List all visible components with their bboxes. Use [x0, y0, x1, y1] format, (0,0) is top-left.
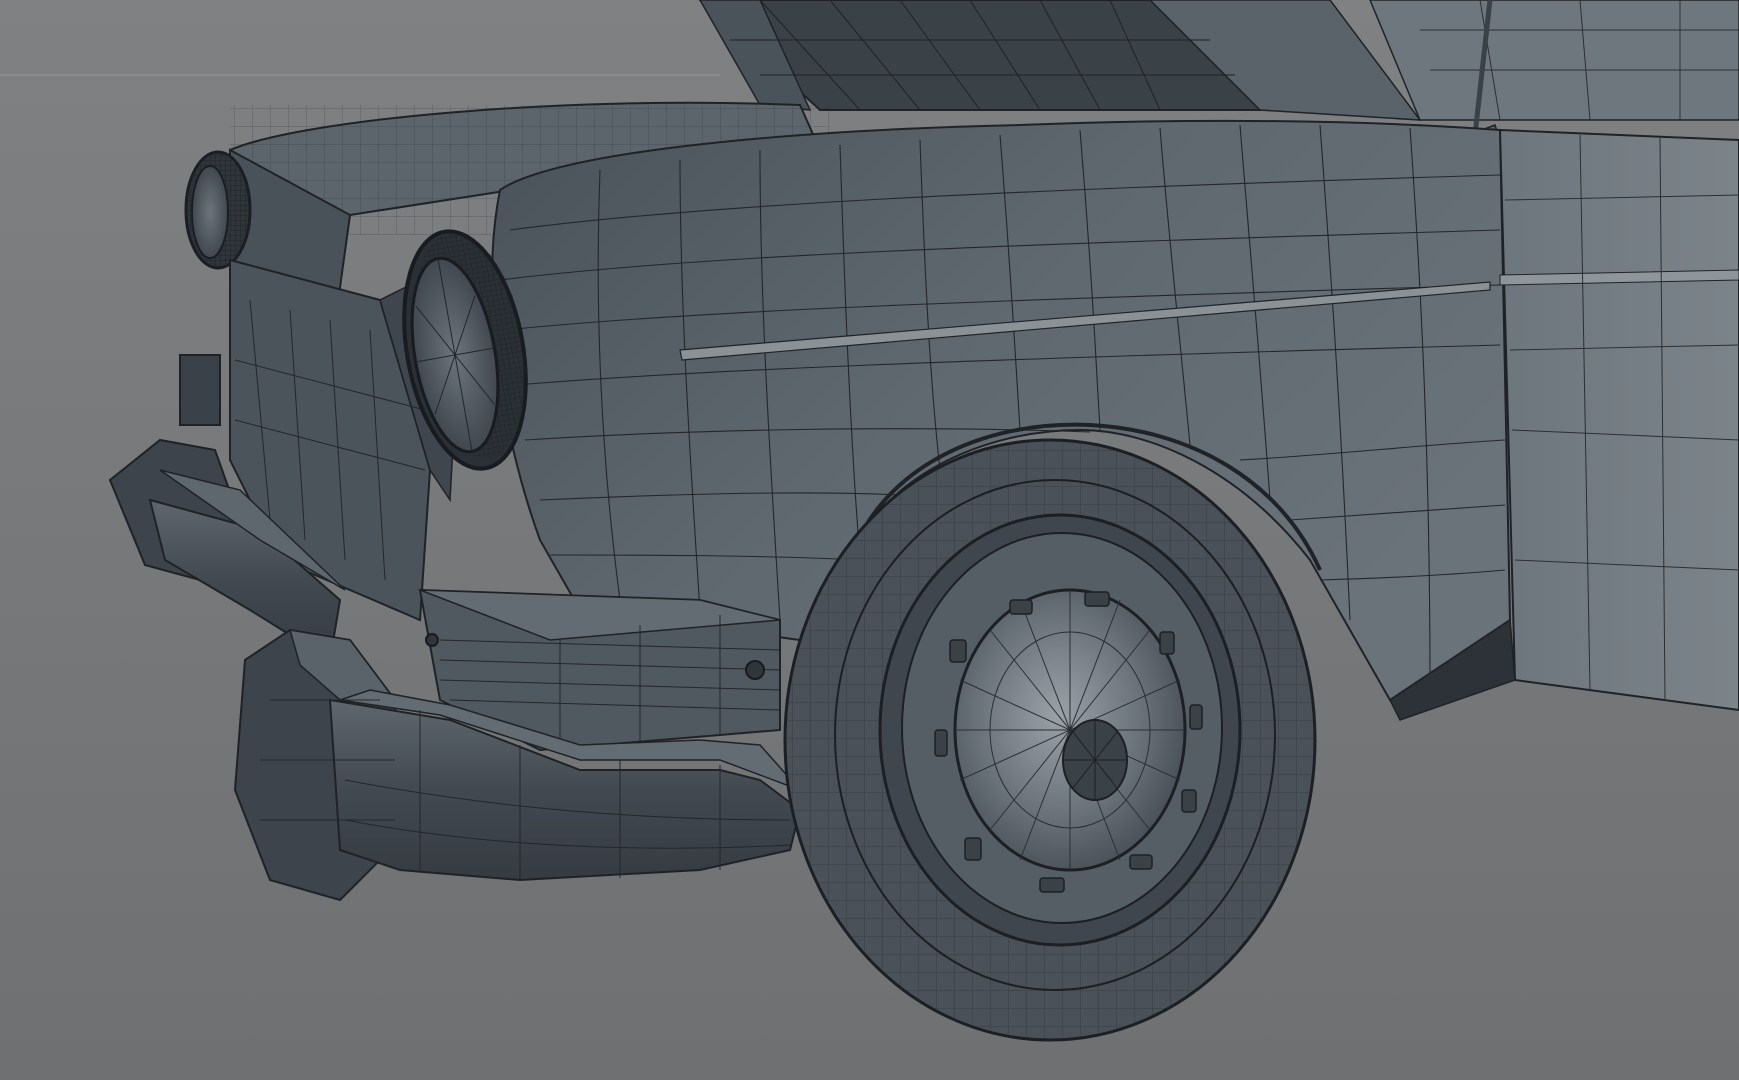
3d-viewport[interactable] — [0, 0, 1739, 1080]
viewport-scene[interactable] — [0, 0, 1739, 1080]
lamp-bolt-icon — [745, 660, 765, 680]
hood-panel[interactable] — [698, 0, 1739, 121]
lamp-bolt-left-icon — [425, 633, 439, 647]
left-headlight[interactable] — [184, 150, 252, 270]
front-door[interactable] — [1498, 128, 1739, 712]
front-wheel[interactable] — [783, 438, 1317, 1042]
